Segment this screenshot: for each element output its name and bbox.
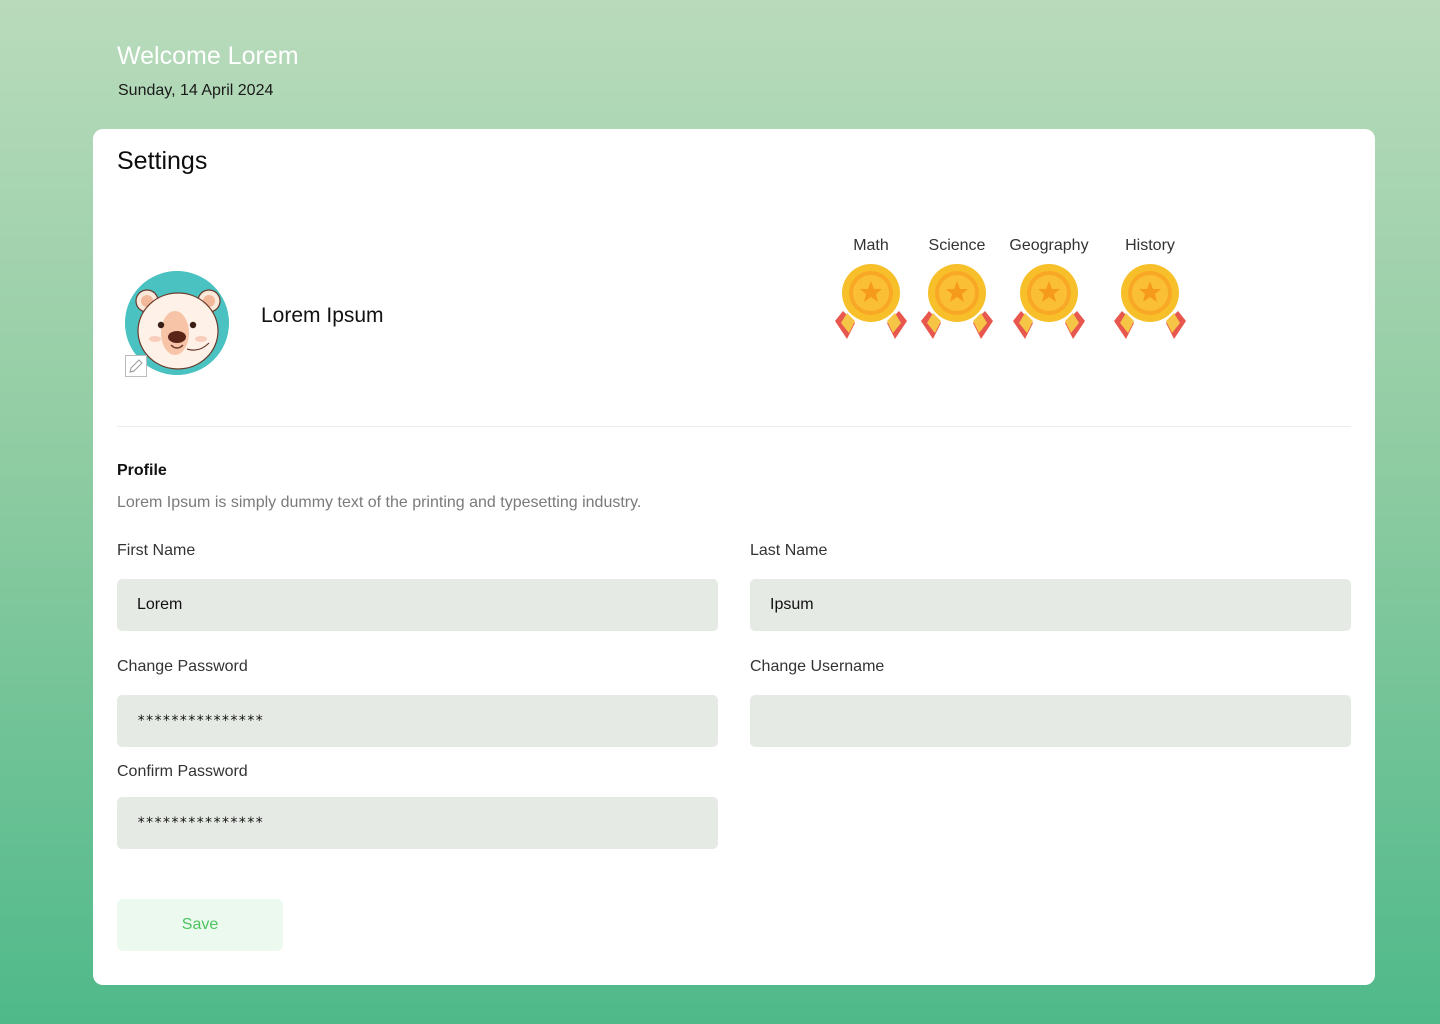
settings-card: Settings Lorem Ipsum Math Science Geogra… bbox=[93, 129, 1375, 985]
confirm-password-label: Confirm Password bbox=[117, 763, 248, 780]
current-date: Sunday, 14 April 2024 bbox=[118, 82, 274, 99]
confirm-password-field[interactable]: *************** bbox=[117, 797, 718, 849]
medal-icon bbox=[1114, 264, 1186, 339]
medal-icon bbox=[921, 264, 993, 339]
user-name: Lorem Ipsum bbox=[261, 304, 384, 327]
badge-math: Math bbox=[821, 235, 921, 345]
medal-icon bbox=[1013, 264, 1085, 339]
first-name-label: First Name bbox=[117, 542, 196, 559]
medal-icon bbox=[835, 264, 907, 339]
pencil-icon bbox=[129, 359, 143, 373]
badge-science: Science bbox=[907, 235, 1007, 345]
change-password-label: Change Password bbox=[117, 658, 248, 675]
profile-description: Lorem Ipsum is simply dummy text of the … bbox=[117, 494, 642, 511]
badge-label: Geography bbox=[1009, 237, 1089, 254]
edit-avatar-button[interactable] bbox=[125, 355, 147, 377]
save-button[interactable]: Save bbox=[117, 899, 283, 951]
badge-history: History bbox=[1100, 235, 1200, 345]
badge-label: Math bbox=[853, 237, 889, 254]
change-password-field[interactable]: *************** bbox=[117, 695, 718, 747]
first-name-field[interactable]: Lorem bbox=[117, 579, 718, 631]
page-title: Settings bbox=[117, 147, 208, 175]
last-name-field[interactable]: Ipsum bbox=[750, 579, 1351, 631]
badge-label: Science bbox=[928, 237, 986, 254]
last-name-label: Last Name bbox=[750, 542, 828, 559]
profile-section-title: Profile bbox=[117, 462, 167, 479]
section-divider bbox=[117, 426, 1351, 427]
badge-label: History bbox=[1125, 237, 1175, 254]
welcome-title: Welcome Lorem bbox=[117, 42, 299, 70]
badge-geography: Geography bbox=[999, 235, 1099, 345]
change-username-label: Change Username bbox=[750, 658, 885, 675]
change-username-field[interactable] bbox=[750, 695, 1351, 747]
